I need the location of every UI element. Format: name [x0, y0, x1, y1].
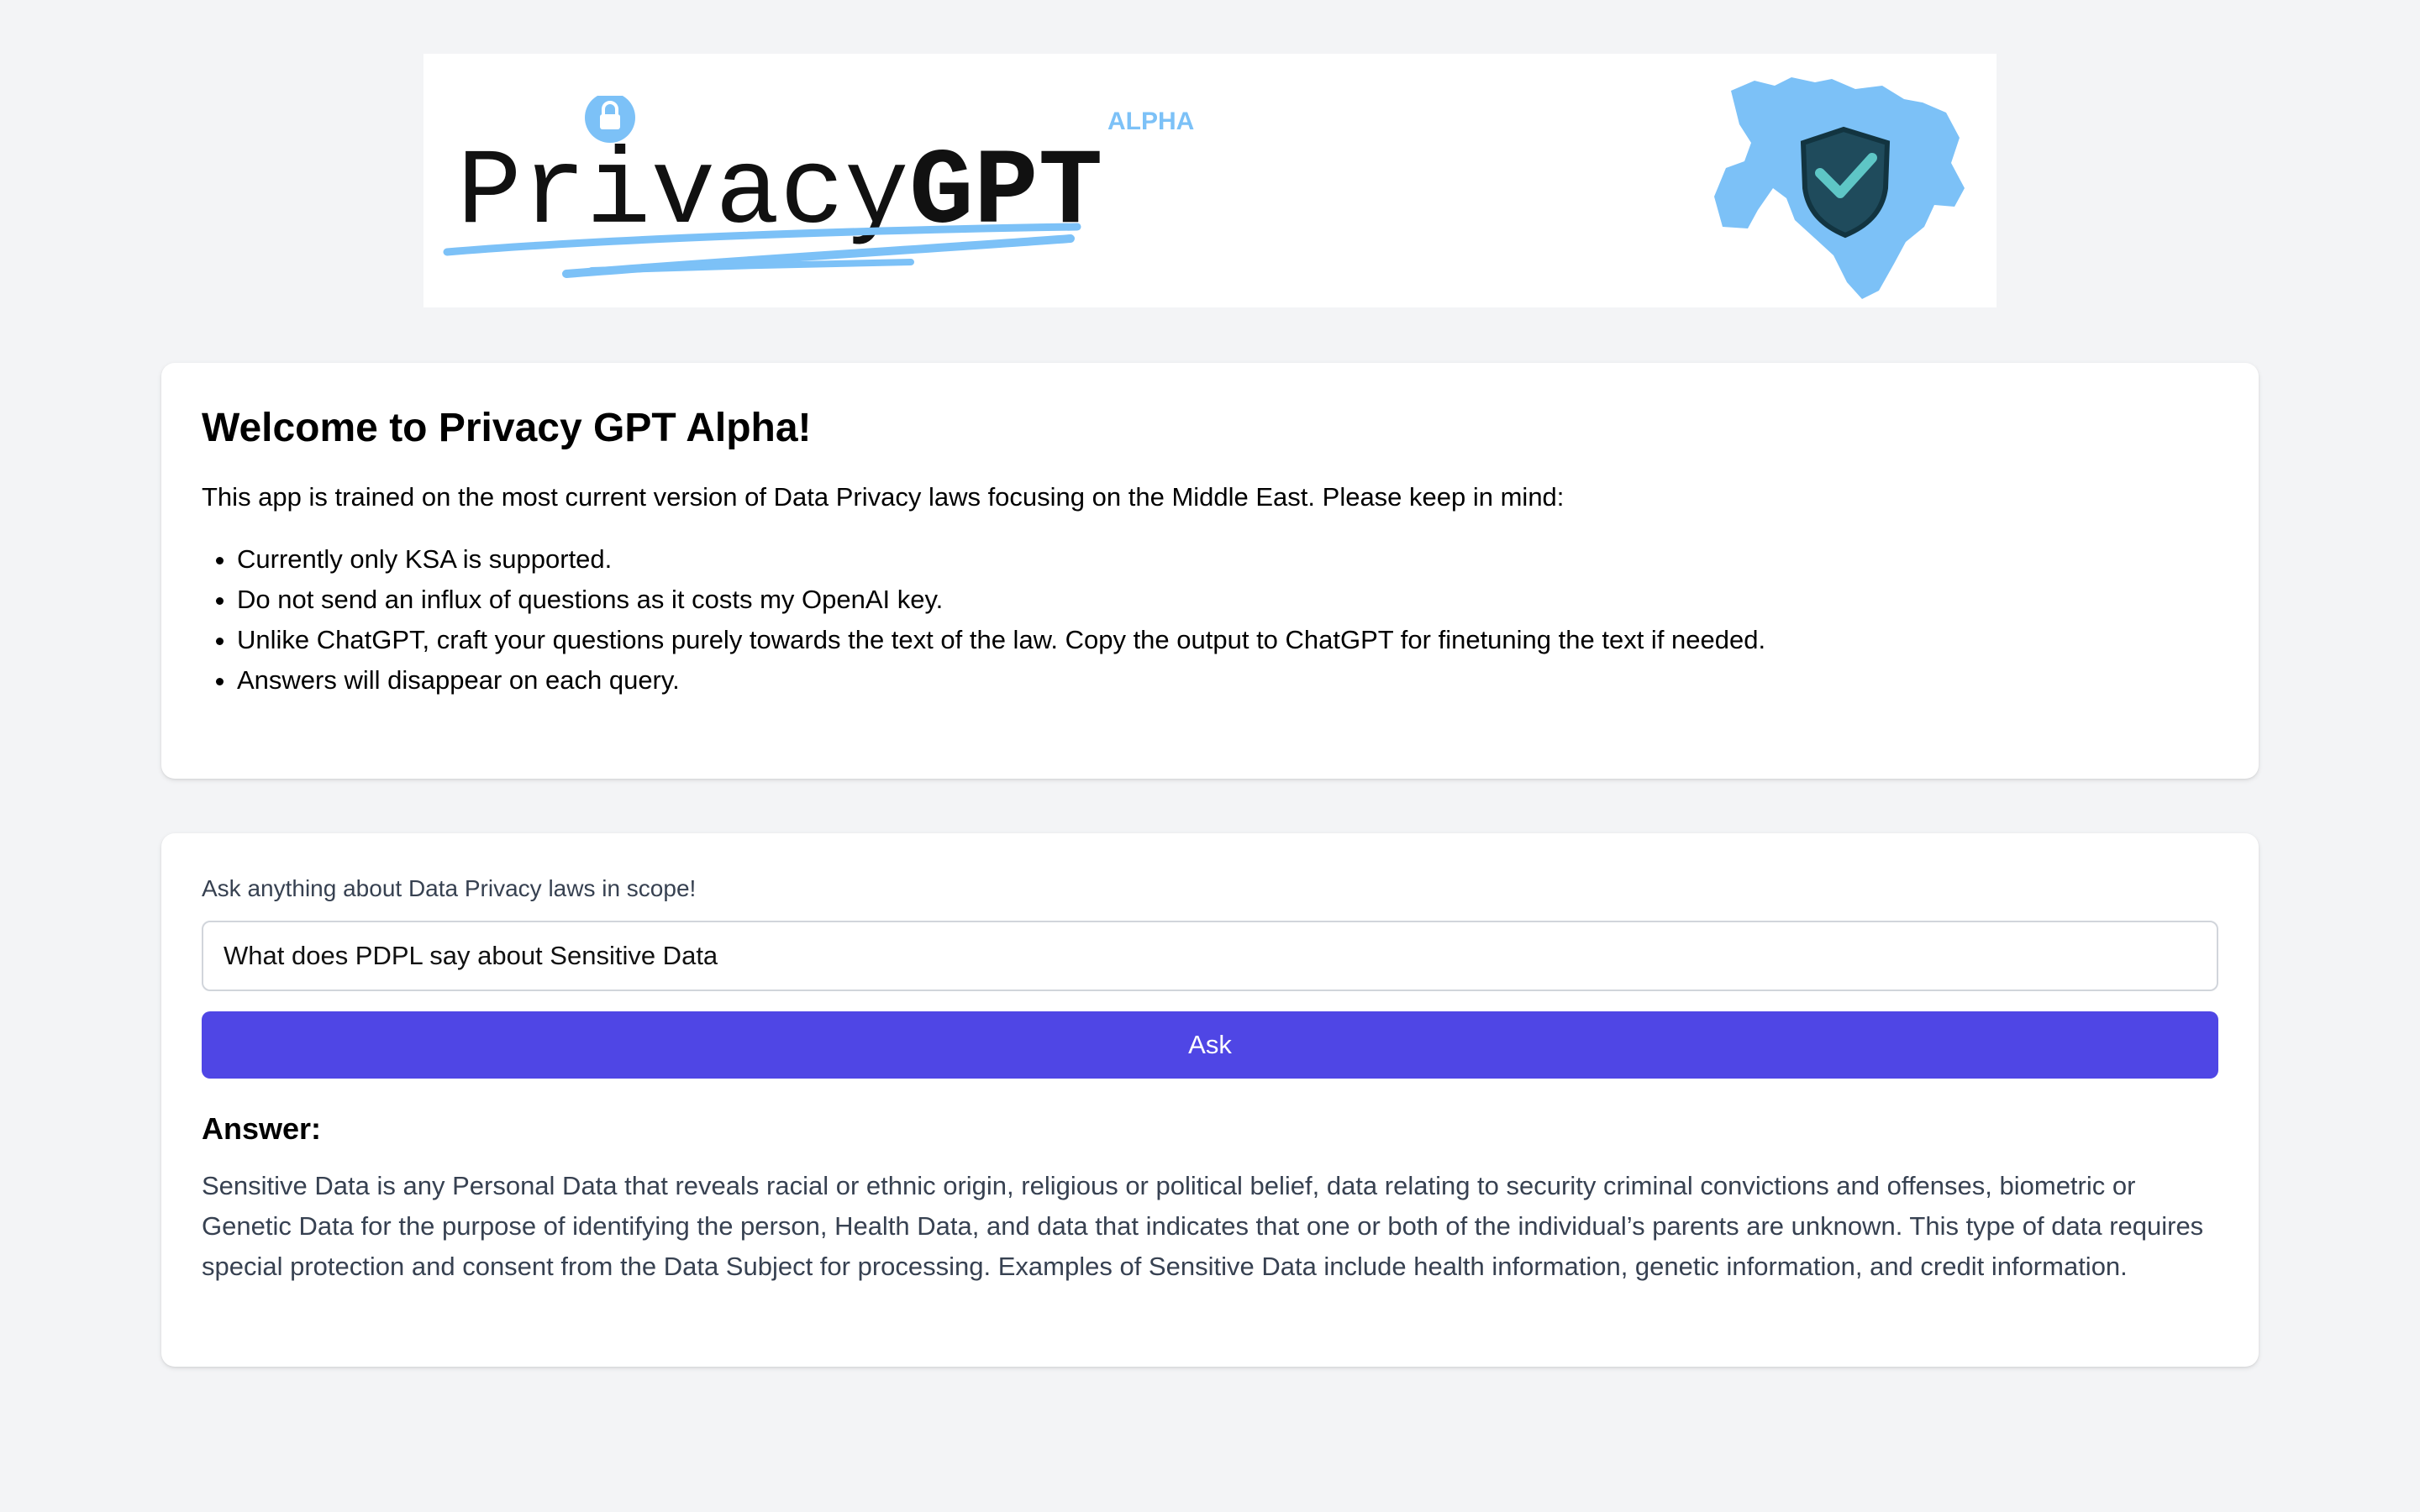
privacy-gpt-logo: Privacy GPT ALPHA: [443, 96, 1194, 278]
welcome-card: Welcome to Privacy GPT Alpha! This app i…: [161, 363, 2259, 779]
ask-button[interactable]: Ask: [202, 1011, 2218, 1079]
welcome-intro: This app is trained on the most current …: [202, 482, 1565, 512]
logo-badge: ALPHA: [1107, 108, 1194, 135]
page: Privacy GPT ALPHA Welcome to Privacy GPT…: [0, 0, 2420, 1512]
rule-item: Do not send an influx of questions as it…: [237, 580, 2218, 620]
rules-list: Currently only KSA is supported. Do not …: [202, 539, 2218, 701]
ask-card: Ask anything about Data Privacy laws in …: [161, 833, 2259, 1367]
banner: Privacy GPT ALPHA: [424, 54, 1996, 307]
answer-text: Sensitive Data is any Personal Data that…: [202, 1171, 2204, 1281]
answer-heading: Answer:: [202, 1111, 322, 1146]
ask-label: Ask anything about Data Privacy laws in …: [202, 875, 697, 901]
middle-east-shield-icon: [1714, 77, 1965, 299]
rule-item: Currently only KSA is supported.: [237, 539, 2218, 580]
query-input[interactable]: [202, 921, 2218, 991]
welcome-title: Welcome to Privacy GPT Alpha!: [202, 406, 812, 450]
rule-item: Answers will disappear on each query.: [237, 660, 2218, 701]
rule-item: Unlike ChatGPT, craft your questions pur…: [237, 620, 2218, 660]
